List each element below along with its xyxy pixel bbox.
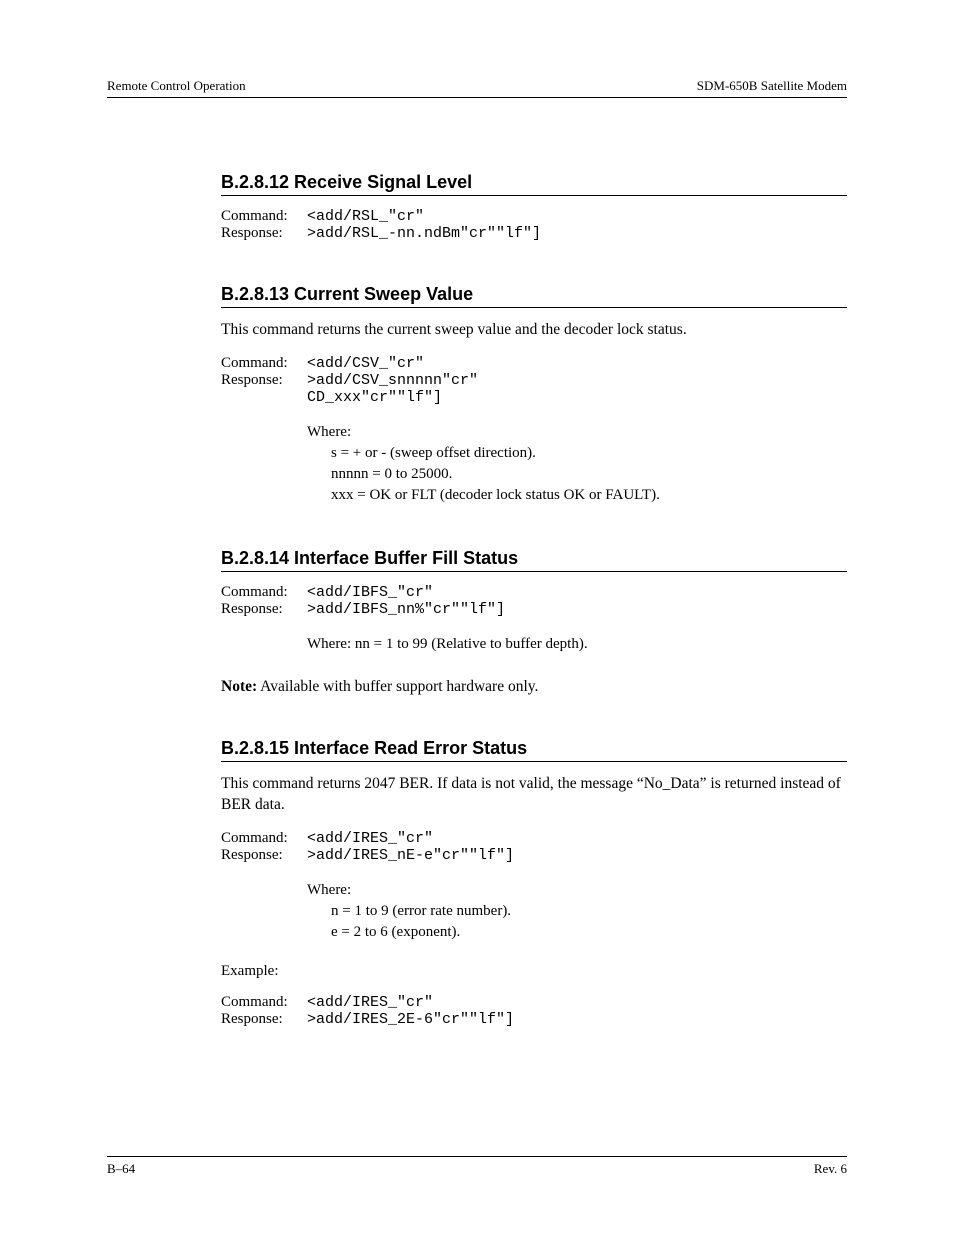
ibfs-command: <add/IBFS_"cr" [307,584,588,601]
heading-b-2-8-13: B.2.8.13 Current Sweep Value [221,284,847,308]
csv-block: Command: <add/CSV_"cr" Response: >add/CS… [221,355,660,506]
running-foot: B–64 Rev. 6 [107,1156,847,1177]
csv-response: >add/CSV_snnnnn"cr" CD_xxx"cr""lf"] [307,372,660,406]
ibfs-where: Where: nn = 1 to 99 (Relative to buffer … [307,636,588,653]
rsl-command: <add/RSL_"cr" [307,208,541,225]
csv-where-1: s = + or - (sweep offset direction). [331,443,660,464]
example-label: Example: [221,963,847,980]
ires-ex-command: <add/IRES_"cr" [307,994,514,1011]
heading-b-2-8-15: B.2.8.15 Interface Read Error Status [221,738,847,762]
rsl-response: >add/RSL_-nn.ndBm"cr""lf"] [307,225,541,242]
csv-where-2: nnnnn = 0 to 25000. [331,464,660,485]
command-label: Command: [221,208,307,225]
csv-where-3: xxx = OK or FLT (decoder lock status OK … [331,485,660,506]
ires-para: This command returns 2047 BER. If data i… [221,774,847,816]
response-label: Response: [221,225,307,242]
footer-left: B–64 [107,1161,135,1177]
csv-para: This command returns the current sweep v… [221,320,847,341]
csv-where: Where: s = + or - (sweep offset directio… [307,424,660,506]
where-label: Where: [307,882,514,899]
ires-where-2: e = 2 to 6 (exponent). [331,922,514,943]
ires-example: Command: <add/IRES_"cr" Response: >add/I… [221,994,514,1028]
command-label: Command: [221,830,307,847]
ires-where: Where: n = 1 to 9 (error rate number). e… [307,882,514,943]
ibfs-block: Command: <add/IBFS_"cr" Response: >add/I… [221,584,588,653]
header-left: Remote Control Operation [107,78,246,94]
header-right: SDM-650B Satellite Modem [697,78,847,94]
ibfs-response: >add/IBFS_nn%"cr""lf"] [307,601,588,618]
ires-where-1: n = 1 to 9 (error rate number). [331,901,514,922]
heading-b-2-8-14: B.2.8.14 Interface Buffer Fill Status [221,548,847,572]
response-label: Response: [221,847,307,864]
ires-block: Command: <add/IRES_"cr" Response: >add/I… [221,830,514,943]
note-label: Note: [221,678,257,695]
ibfs-note: Note: Available with buffer support hard… [221,677,847,698]
rsl-block: Command: <add/RSL_"cr" Response: >add/RS… [221,208,541,242]
response-label: Response: [221,1011,307,1028]
command-label: Command: [221,584,307,601]
page-content: B.2.8.12 Receive Signal Level Command: <… [107,98,847,1028]
command-label: Command: [221,355,307,372]
footer-right: Rev. 6 [814,1161,847,1177]
note-body: Available with buffer support hardware o… [257,678,538,695]
ires-ex-response: >add/IRES_2E-6"cr""lf"] [307,1011,514,1028]
heading-b-2-8-12: B.2.8.12 Receive Signal Level [221,172,847,196]
response-label: Response: [221,601,307,618]
where-label: Where: [307,424,660,441]
command-label: Command: [221,994,307,1011]
response-label: Response: [221,372,307,406]
ires-response: >add/IRES_nE-e"cr""lf"] [307,847,514,864]
running-head: Remote Control Operation SDM-650B Satell… [107,78,847,98]
ires-command: <add/IRES_"cr" [307,830,514,847]
csv-command: <add/CSV_"cr" [307,355,660,372]
